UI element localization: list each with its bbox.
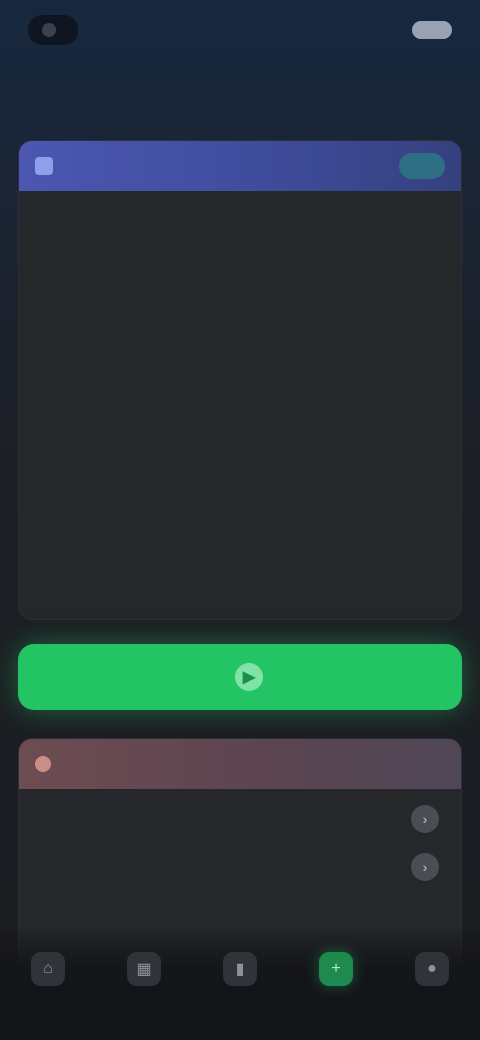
- plus-icon: +: [319, 952, 353, 986]
- chart-icon: ▮: [223, 952, 257, 986]
- status-bar: [0, 0, 480, 60]
- info-card-badge[interactable]: [399, 153, 445, 179]
- home-icon: ⌂: [31, 952, 65, 986]
- tab-profile[interactable]: ●: [392, 952, 472, 994]
- info-card-title-wrap: [35, 157, 63, 175]
- info-icon: [35, 157, 53, 175]
- tip-item[interactable]: ›: [19, 837, 461, 885]
- tips-icon: [35, 756, 51, 772]
- grid-icon: ▦: [127, 952, 161, 986]
- carrier-indicator: [28, 15, 78, 45]
- info-card-header: [19, 141, 461, 191]
- tab-home[interactable]: ⌂: [8, 952, 88, 994]
- info-card: [18, 140, 462, 620]
- battery-icon: [412, 21, 452, 39]
- chevron-right-icon[interactable]: ›: [411, 805, 439, 833]
- tips-card-header: [19, 739, 461, 789]
- profile-icon: ●: [415, 952, 449, 986]
- carrier-icon: [42, 23, 56, 37]
- bottom-tab-bar: ⌂ ▦ ▮ + ●: [0, 930, 480, 1040]
- tab-grid[interactable]: ▦: [104, 952, 184, 994]
- tip-item[interactable]: ›: [19, 789, 461, 837]
- tab-stats[interactable]: ▮: [200, 952, 280, 994]
- chevron-right-icon[interactable]: ›: [411, 853, 439, 881]
- play-icon: ▶: [235, 663, 263, 691]
- tab-add[interactable]: +: [296, 952, 376, 994]
- page-header: [0, 60, 480, 122]
- status-icons: [402, 21, 452, 39]
- primary-action-button[interactable]: ▶: [18, 644, 462, 710]
